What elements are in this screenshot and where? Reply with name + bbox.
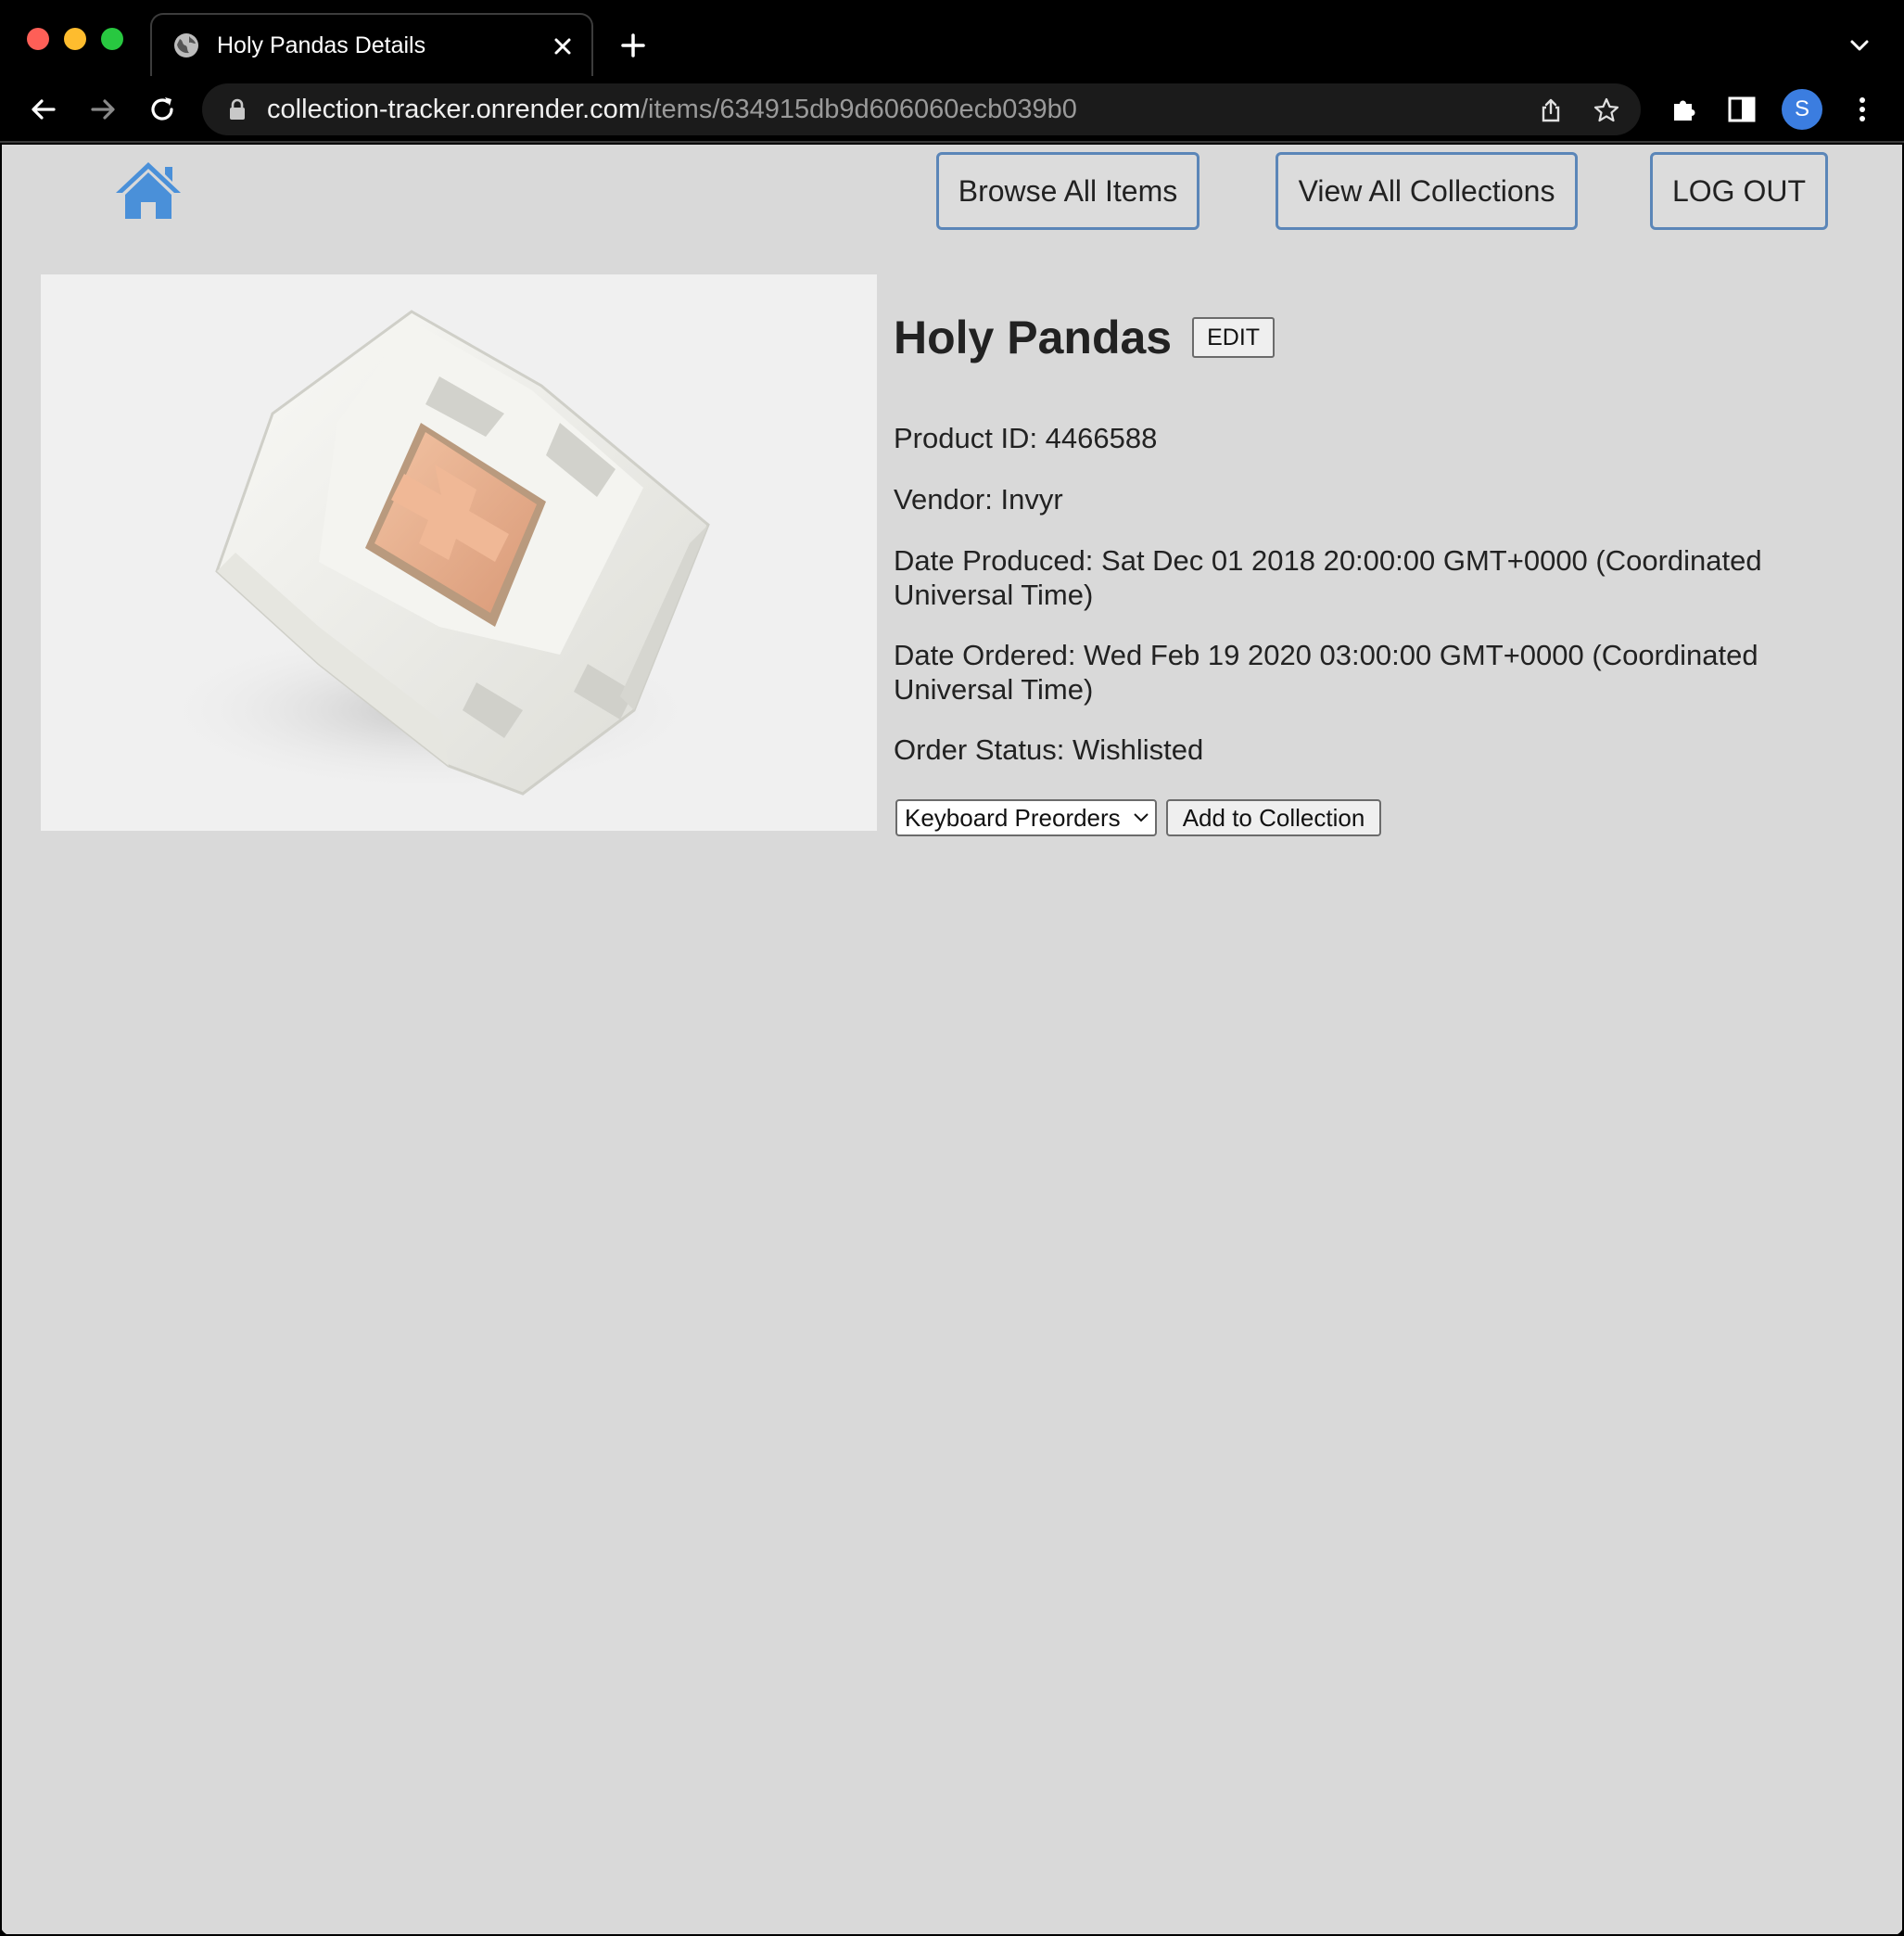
order-status-text: Order Status: Wishlisted (894, 733, 1204, 766)
item-title: Holy Pandas (894, 312, 1173, 363)
close-tab-icon[interactable] (551, 34, 575, 58)
logout-button[interactable]: LOG OUT (1650, 152, 1828, 230)
edit-button[interactable]: EDIT (1192, 317, 1276, 358)
globe-icon (174, 33, 198, 57)
item-details: Holy Pandas EDIT Product ID: 4466588 Ven… (894, 308, 1876, 766)
chevron-down-icon (1134, 813, 1149, 822)
browser-toolbar: collection-tracker.onrender.com/items/63… (0, 76, 1904, 143)
browser-tab[interactable]: Holy Pandas Details (150, 13, 593, 76)
date-produced-text: Date Produced: Sat Dec 01 2018 20:00:00 … (894, 544, 1762, 611)
back-arrow-icon[interactable] (28, 94, 59, 125)
close-window-button[interactable] (27, 28, 49, 50)
collection-select-value: Keyboard Preorders (905, 804, 1121, 832)
url-text[interactable]: collection-tracker.onrender.com/items/63… (267, 95, 1077, 125)
url-path: /items/634915db9d606060ecb039b0 (640, 95, 1077, 124)
product-image (41, 274, 877, 831)
lock-icon[interactable] (228, 98, 247, 121)
extensions-puzzle-icon[interactable] (1669, 94, 1700, 125)
address-bar[interactable]: collection-tracker.onrender.com/items/63… (202, 83, 1641, 135)
tab-title: Holy Pandas Details (217, 32, 426, 58)
tab-strip: Holy Pandas Details (0, 0, 1904, 76)
chevron-down-icon[interactable] (1848, 34, 1871, 57)
url-host: collection-tracker.onrender.com (267, 95, 641, 124)
keyboard-switch-image (152, 310, 710, 796)
star-icon[interactable] (1593, 96, 1620, 124)
collection-select[interactable]: Keyboard Preorders (895, 799, 1157, 836)
product-id-text: Product ID: 4466588 (894, 422, 1158, 454)
share-icon[interactable] (1537, 96, 1565, 124)
reload-icon[interactable] (146, 94, 178, 125)
vendor-text: Vendor: Invyr (894, 483, 1063, 516)
home-icon[interactable] (113, 159, 184, 221)
add-to-collection-button[interactable]: Add to Collection (1166, 799, 1381, 836)
side-panel-icon[interactable] (1726, 94, 1758, 125)
minimize-window-button[interactable] (64, 28, 86, 50)
date-ordered-text: Date Ordered: Wed Feb 19 2020 03:00:00 G… (894, 639, 1758, 706)
view-all-collections-button[interactable]: View All Collections (1276, 152, 1578, 230)
profile-avatar[interactable]: S (1782, 89, 1822, 130)
kebab-menu-icon[interactable] (1847, 94, 1878, 125)
page-viewport: Browse All Items View All Collections LO… (2, 145, 1902, 1934)
browse-all-items-button[interactable]: Browse All Items (936, 152, 1200, 230)
browser-window: Holy Pandas Details collection-tracker.o… (0, 0, 1904, 1936)
forward-arrow-icon[interactable] (87, 94, 119, 125)
maximize-window-button[interactable] (101, 28, 123, 50)
new-tab-icon[interactable] (619, 32, 647, 59)
title-row: Holy Pandas EDIT (894, 308, 1876, 367)
